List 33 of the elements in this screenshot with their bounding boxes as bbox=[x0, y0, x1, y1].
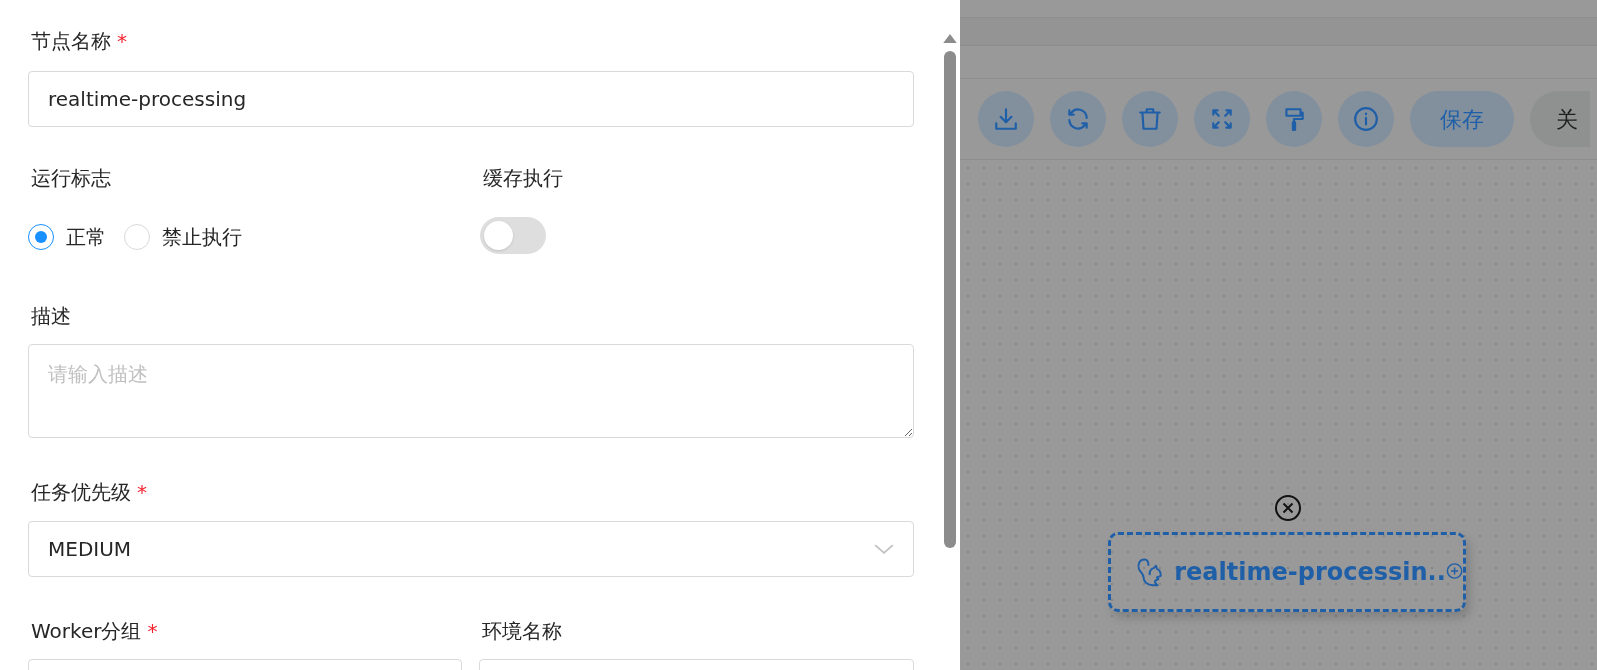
select-field[interactable]: MEDIUM bbox=[28, 521, 914, 577]
toolbar-button[interactable] bbox=[1122, 91, 1178, 147]
toolbar-button[interactable] bbox=[1050, 91, 1106, 147]
radio-option[interactable]: 正常 bbox=[28, 222, 112, 252]
input-field[interactable]: realtime-processing bbox=[28, 71, 914, 127]
required-mark: * bbox=[147, 618, 158, 645]
toolbar-button[interactable] bbox=[978, 91, 1034, 147]
refresh-icon bbox=[1065, 106, 1091, 132]
required-mark: * bbox=[117, 28, 127, 55]
expand-icon bbox=[1209, 106, 1235, 132]
field-label: 描述 bbox=[31, 303, 71, 330]
toolbar-button[interactable] bbox=[1194, 91, 1250, 147]
plus-circle-icon[interactable] bbox=[1445, 560, 1463, 582]
scroll-up-arrow-icon[interactable] bbox=[943, 34, 957, 43]
field-label: Worker分组 bbox=[31, 618, 142, 645]
radio-option[interactable]: 禁止执行 bbox=[124, 222, 248, 252]
close-circle-icon[interactable] bbox=[1274, 494, 1302, 522]
field-label: 任务优先级 bbox=[31, 479, 131, 506]
required-mark: * bbox=[137, 479, 147, 506]
chevron-down-icon bbox=[874, 544, 894, 554]
field-label: 节点名称 bbox=[31, 28, 111, 55]
trash-icon bbox=[1137, 106, 1163, 132]
toggle-switch[interactable] bbox=[480, 217, 546, 254]
field-label: 缓存执行 bbox=[483, 165, 563, 192]
node-label: realtime-processin.. bbox=[1174, 557, 1446, 588]
info-icon bbox=[1353, 106, 1379, 132]
download-icon bbox=[993, 106, 1019, 132]
description-field[interactable]: 请输入描述 bbox=[28, 344, 914, 438]
field-label: 环境名称 bbox=[482, 618, 562, 645]
field-label: 运行标志 bbox=[31, 165, 111, 192]
toolbar-button[interactable] bbox=[1338, 91, 1394, 147]
toolbar-button[interactable] bbox=[1266, 91, 1322, 147]
close-button[interactable]: 关 bbox=[1530, 91, 1590, 147]
